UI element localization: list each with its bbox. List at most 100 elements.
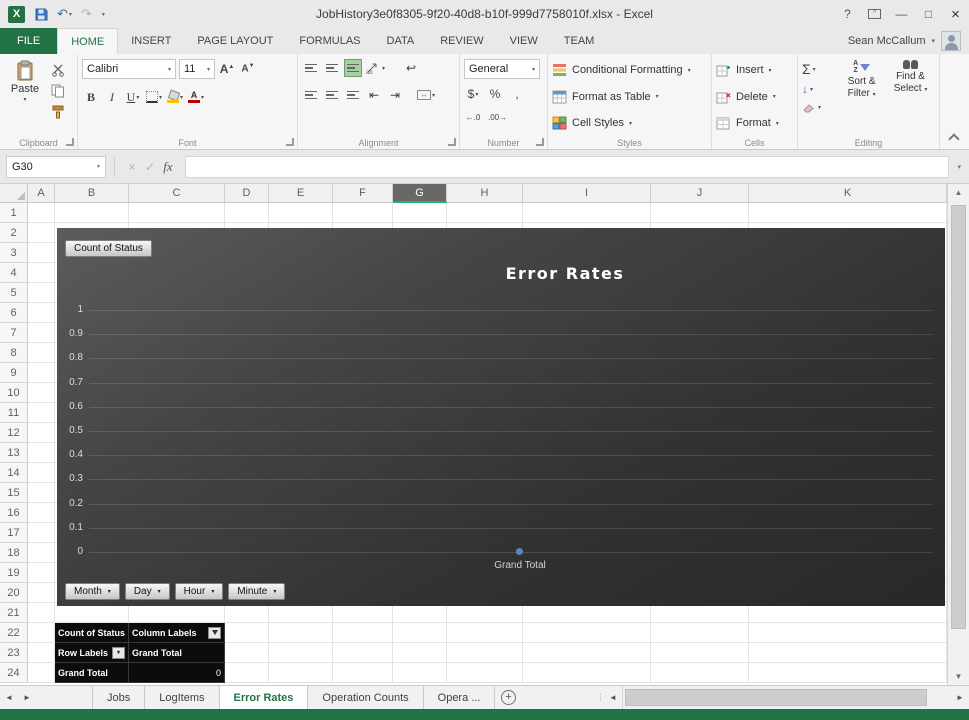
- percent-style-button[interactable]: %: [486, 85, 504, 103]
- row-header-24[interactable]: 24: [0, 663, 28, 683]
- tab-page-layout[interactable]: PAGE LAYOUT: [184, 28, 286, 54]
- select-all-corner[interactable]: [0, 184, 28, 203]
- copy-button[interactable]: [49, 83, 67, 99]
- row-header-14[interactable]: 14: [0, 463, 28, 483]
- comma-style-button[interactable]: ,: [508, 85, 526, 103]
- tab-view[interactable]: VIEW: [497, 28, 551, 54]
- row-header-17[interactable]: 17: [0, 523, 28, 543]
- cut-button[interactable]: [49, 62, 67, 78]
- tab-review[interactable]: REVIEW: [427, 28, 496, 54]
- alignment-dialog-launcher-icon[interactable]: [448, 138, 456, 146]
- horizontal-scrollbar-thumb[interactable]: [625, 689, 927, 706]
- hscroll-left-icon[interactable]: ◄: [604, 686, 622, 709]
- format-cells-button[interactable]: Format▾: [716, 112, 793, 134]
- vertical-scrollbar[interactable]: ▲ ▼: [947, 184, 969, 685]
- align-center-button[interactable]: [323, 86, 341, 104]
- accounting-format-button[interactable]: $▾: [464, 85, 482, 103]
- row-header-19[interactable]: 19: [0, 563, 28, 583]
- tab-data[interactable]: DATA: [374, 28, 428, 54]
- italic-button[interactable]: I: [103, 88, 121, 106]
- help-button[interactable]: ?: [834, 0, 861, 28]
- pivot-row-labels-cell[interactable]: Row Labels ▾: [55, 643, 129, 663]
- font-dialog-launcher-icon[interactable]: [286, 138, 294, 146]
- filter-icon[interactable]: [208, 627, 221, 639]
- column-header-K[interactable]: K: [749, 184, 947, 203]
- row-header-21[interactable]: 21: [0, 603, 28, 623]
- cancel-button[interactable]: ×: [123, 160, 141, 174]
- scroll-down-icon[interactable]: ▼: [948, 668, 969, 685]
- autosum-button[interactable]: Σ▾: [802, 61, 837, 77]
- pivot-chart[interactable]: Count of Status Error Rates 10.90.80.70.…: [57, 228, 945, 606]
- clear-button[interactable]: ▾: [802, 101, 837, 113]
- font-family-combo[interactable]: Calibri▾: [82, 59, 176, 79]
- align-right-button[interactable]: [344, 86, 362, 104]
- delete-cells-button[interactable]: Delete▾: [716, 86, 793, 108]
- dropdown-filter-icon[interactable]: ▾: [112, 647, 125, 659]
- expand-formula-bar-icon[interactable]: ▾: [957, 163, 961, 171]
- row-header-15[interactable]: 15: [0, 483, 28, 503]
- row-header-9[interactable]: 9: [0, 363, 28, 383]
- row-header-8[interactable]: 8: [0, 343, 28, 363]
- row-header-12[interactable]: 12: [0, 423, 28, 443]
- sheet-tab-operation-counts[interactable]: Operation Counts: [308, 686, 423, 709]
- pivot-value-field-cell[interactable]: Count of Status: [55, 623, 129, 643]
- row-header-18[interactable]: 18: [0, 543, 28, 563]
- shrink-font-button[interactable]: A▼: [239, 60, 257, 78]
- row-header-16[interactable]: 16: [0, 503, 28, 523]
- row-header-2[interactable]: 2: [0, 223, 28, 243]
- row-header-1[interactable]: 1: [0, 203, 28, 223]
- tab-team[interactable]: TEAM: [551, 28, 608, 54]
- pivot-grand-total-row-cell[interactable]: Grand Total: [55, 663, 129, 683]
- underline-button[interactable]: U▾: [124, 88, 142, 106]
- name-box[interactable]: G30 ▾: [6, 156, 106, 178]
- column-header-C[interactable]: C: [129, 184, 225, 203]
- chart-value-field-button[interactable]: Count of Status: [65, 240, 152, 257]
- vertical-scrollbar-thumb[interactable]: [951, 205, 966, 629]
- formula-input[interactable]: [185, 156, 949, 178]
- column-header-E[interactable]: E: [269, 184, 333, 203]
- insert-cells-button[interactable]: Insert▾: [716, 59, 793, 81]
- pivot-grand-total-value-cell[interactable]: 0: [129, 663, 225, 683]
- row-header-11[interactable]: 11: [0, 403, 28, 423]
- middle-align-button[interactable]: [323, 59, 341, 77]
- tab-formulas[interactable]: FORMULAS: [286, 28, 373, 54]
- row-header-6[interactable]: 6: [0, 303, 28, 323]
- bold-button[interactable]: B: [82, 88, 100, 106]
- decrease-decimal-button[interactable]: .00→: [488, 108, 507, 126]
- chart-field-button-day[interactable]: Day▾: [125, 583, 170, 600]
- scroll-up-icon[interactable]: ▲: [948, 184, 969, 201]
- column-header-A[interactable]: A: [28, 184, 55, 203]
- sheet-nav-left-icon[interactable]: ◄: [0, 686, 18, 709]
- row-header-5[interactable]: 5: [0, 283, 28, 303]
- fill-button[interactable]: ↓▾: [802, 82, 837, 96]
- format-painter-button[interactable]: [49, 104, 67, 120]
- user-avatar[interactable]: [941, 31, 961, 51]
- sort-filter-button[interactable]: AZ Sort & Filter ▾: [837, 57, 886, 134]
- chart-field-button-minute[interactable]: Minute▾: [228, 583, 285, 600]
- maximize-button[interactable]: □: [915, 0, 942, 28]
- pivot-column-labels-cell[interactable]: Column Labels: [129, 623, 225, 643]
- column-header-J[interactable]: J: [651, 184, 749, 203]
- column-header-D[interactable]: D: [225, 184, 269, 203]
- insert-function-button[interactable]: fx: [159, 159, 177, 175]
- clipboard-dialog-launcher-icon[interactable]: [66, 138, 74, 146]
- wrap-text-button[interactable]: ↩: [402, 59, 420, 77]
- find-select-button[interactable]: Find & Select ▾: [886, 57, 935, 134]
- new-sheet-button[interactable]: +: [495, 686, 521, 709]
- column-header-F[interactable]: F: [333, 184, 393, 203]
- excel-app-icon[interactable]: X: [8, 6, 25, 23]
- cell-styles-button[interactable]: Cell Styles▾: [552, 112, 707, 134]
- sheet-nav-right-icon[interactable]: ►: [18, 686, 36, 709]
- ribbon-display-options-button[interactable]: ^: [861, 0, 888, 28]
- increase-indent-button[interactable]: ⇥: [386, 86, 404, 104]
- tab-insert[interactable]: INSERT: [118, 28, 184, 54]
- sheet-tab-jobs[interactable]: Jobs: [92, 686, 145, 709]
- column-header-H[interactable]: H: [447, 184, 523, 203]
- undo-button[interactable]: ↶▾: [57, 6, 72, 22]
- font-size-combo[interactable]: 11▾: [179, 59, 215, 79]
- chart-field-button-hour[interactable]: Hour▾: [175, 583, 224, 600]
- row-header-4[interactable]: 4: [0, 263, 28, 283]
- bottom-align-button[interactable]: [344, 59, 362, 77]
- pivot-grand-total-header-cell[interactable]: Grand Total: [129, 643, 225, 663]
- conditional-formatting-button[interactable]: Conditional Formatting▾: [552, 59, 707, 81]
